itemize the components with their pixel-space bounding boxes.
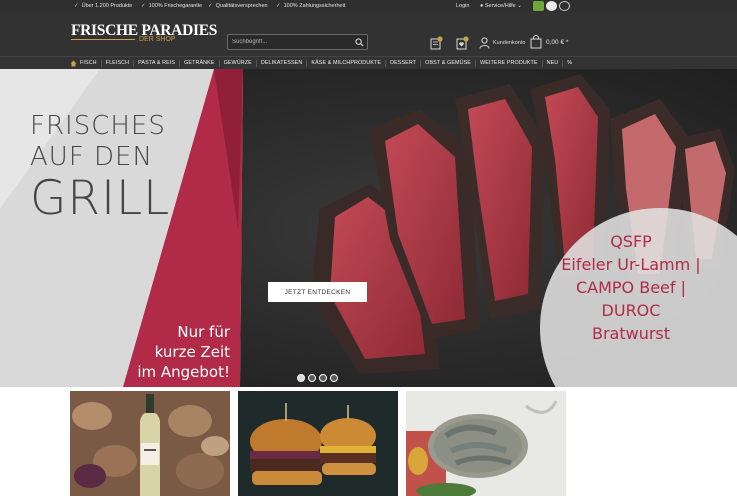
promo-text: Nur für kurze Zeit im Angebot! <box>137 323 230 381</box>
nav-item-neu[interactable]: NEU <box>543 60 564 67</box>
nav-item-kaese[interactable]: KÄSE & MILCHPRODUKTE <box>307 60 387 67</box>
burger-image <box>238 391 398 496</box>
user-icon <box>479 37 490 49</box>
wine-image <box>70 391 230 496</box>
account-link[interactable]: Kundenkonto <box>479 36 525 50</box>
service-menu[interactable]: ● Service/Hilfe ⌄ <box>480 3 522 9</box>
login-link[interactable]: Login <box>456 3 469 9</box>
discover-now-button[interactable]: JETZT ENTDECKEN <box>268 282 367 302</box>
tile-wine[interactable] <box>70 391 230 496</box>
tile-seafood[interactable] <box>406 391 566 496</box>
slider-dots <box>297 374 338 382</box>
search-input[interactable] <box>232 36 350 48</box>
nav-item-weitere[interactable]: WEITERE PRODUKTE <box>476 60 543 67</box>
nav-item-gewuerze[interactable]: GEWÜRZE <box>220 60 257 67</box>
nav-item-fisch[interactable]: FISCH <box>66 60 102 67</box>
logo-rule <box>71 39 135 40</box>
tile-burger[interactable] <box>238 391 398 496</box>
nav-item-sale[interactable]: % <box>563 60 576 67</box>
checkmark-icon: ✓ <box>276 3 281 9</box>
slider-dot-3[interactable] <box>319 374 327 382</box>
slider-dot-2[interactable] <box>308 374 316 382</box>
nav-item-obst-gemuese[interactable]: OBST & GEMÜSE <box>421 60 476 67</box>
cart-button[interactable]: 0,00 € * <box>530 34 568 50</box>
product-circle-text: QSFP Eifeler Ur-Lamm | CAMPO Beef | DURO… <box>561 232 701 343</box>
checkmark-icon: ✓ <box>74 3 79 9</box>
slider-dot-1[interactable] <box>297 374 305 382</box>
home-icon[interactable] <box>70 60 77 67</box>
site-header: FRISCHE PARADIES DER SHOP Kundenkonto <box>0 12 737 56</box>
checkmark-icon: ✓ <box>208 3 213 9</box>
nav-item-dessert[interactable]: DESSERT <box>386 60 422 67</box>
usp-item: ✓ Über 1.200 Produkte <box>74 3 133 9</box>
slider-dot-4[interactable] <box>330 374 338 382</box>
hero-slider[interactable]: FRISCHES AUF DEN GRILL Nur für kurze Zei… <box>0 69 737 387</box>
usp-item: ✓ 100% Zahlungssicherheit <box>276 3 346 9</box>
main-navigation: FISCH FLEISCH PASTA & REIS GETRÄNKE GEWÜ… <box>0 56 737 69</box>
note-check-icon[interactable] <box>429 36 443 50</box>
chevron-down-icon: ⌄ <box>517 3 522 9</box>
shopping-bag-icon <box>530 35 542 49</box>
nav-item-fleisch[interactable]: FLEISCH <box>102 60 135 67</box>
info-icon: ● <box>480 3 484 9</box>
usp-item: ✓ Qualitätsversprechen <box>208 3 268 9</box>
usp-item: ✓ 100% Frischegarantie <box>141 3 203 9</box>
bio-seal-icon <box>546 1 557 11</box>
seafood-image <box>406 391 566 496</box>
search-box <box>227 34 368 50</box>
shop-logo[interactable]: FRISCHE PARADIES DER SHOP <box>71 22 217 52</box>
checkmark-icon: ✓ <box>141 3 146 9</box>
search-icon[interactable] <box>355 38 364 47</box>
eco-badge-icon <box>533 1 544 11</box>
nav-item-delikatessen[interactable]: DELIKATESSEN <box>257 60 308 67</box>
trust-bar: ✓ Über 1.200 Produkte ✓ 100% Frischegarant… <box>0 0 737 12</box>
wishlist-icon[interactable] <box>455 36 469 50</box>
nav-item-getraenke[interactable]: GETRÄNKE <box>180 60 220 67</box>
quality-seal-icon <box>559 1 570 11</box>
nav-item-pasta-reis[interactable]: PASTA & REIS <box>134 60 181 67</box>
hero-headline: FRISCHES AUF DEN GRILL <box>30 111 171 226</box>
